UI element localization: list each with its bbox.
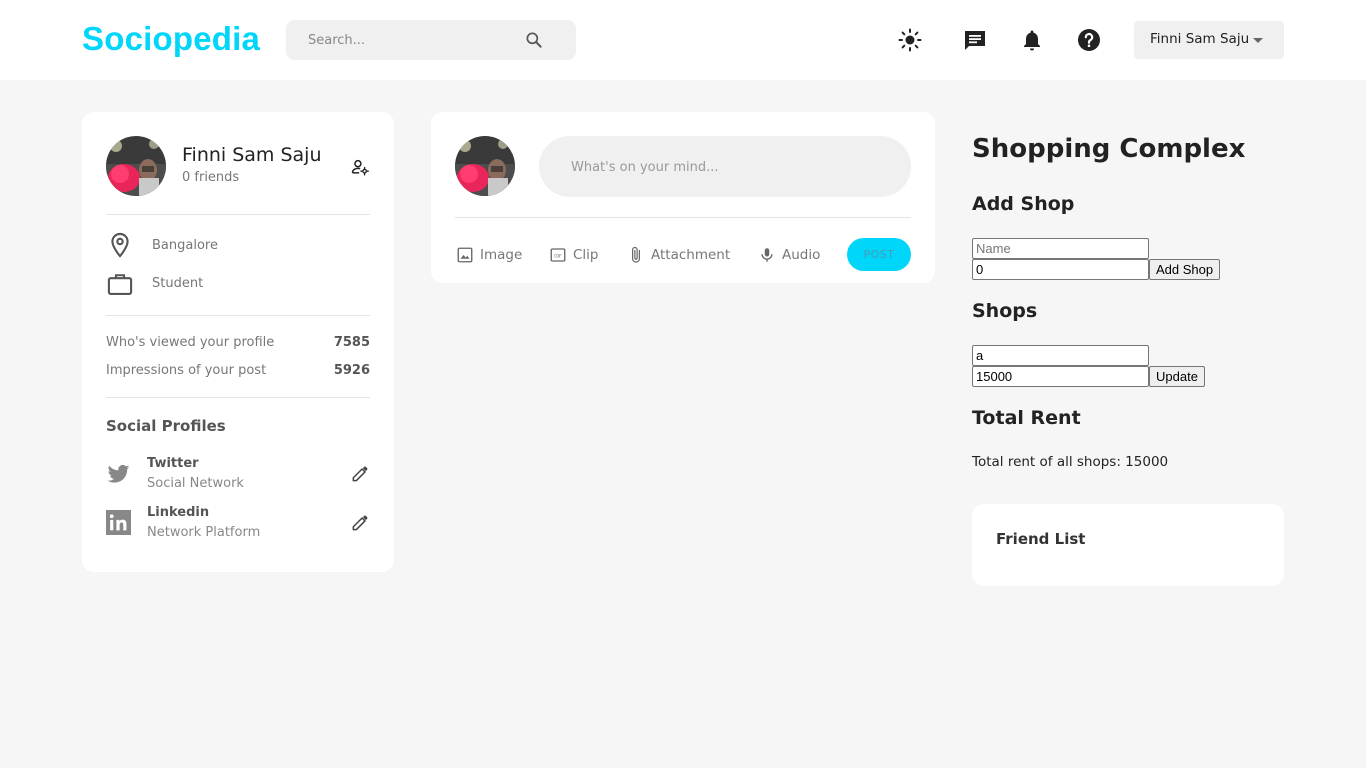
notification-icon[interactable]: [1020, 28, 1044, 52]
mic-icon: [761, 248, 773, 262]
user-select-value: Finni Sam Saju: [1150, 31, 1250, 47]
linkedin-icon: [106, 510, 131, 535]
profile-name[interactable]: Finni Sam Saju: [182, 144, 322, 166]
navbar: Sociopedia Finni Sam Saju: [0, 0, 1366, 80]
work-icon: [107, 274, 133, 295]
profile-card: Finni Sam Saju 0 friends Bangalore Stude…: [82, 112, 394, 572]
avatar[interactable]: [106, 136, 166, 196]
shops-heading: Shops: [972, 300, 1038, 322]
profile-friends-count: 0 friends: [182, 170, 240, 185]
stat-value-profile-views: 7585: [333, 335, 370, 350]
social-subtitle-twitter: Social Network: [147, 476, 244, 491]
create-post-card: Image GIF Clip Attachment Audio POST: [431, 112, 935, 283]
divider: [455, 217, 911, 218]
total-rent-text: Total rent of all shops: 15000: [972, 454, 1169, 470]
shopping-complex-title: Shopping Complex: [972, 134, 1246, 164]
attachment-icon: [632, 246, 640, 263]
divider: [106, 397, 370, 398]
attachment-action[interactable]: Attachment: [627, 244, 730, 266]
chevron-down-icon: [1253, 38, 1263, 43]
edit-icon[interactable]: [350, 464, 370, 484]
stat-label-profile-views: Who's viewed your profile: [106, 335, 275, 350]
search-input[interactable]: [308, 30, 508, 50]
stat-value-impressions: 5926: [333, 363, 370, 378]
shop-item-name-input[interactable]: [972, 345, 1149, 366]
search-icon[interactable]: [524, 30, 544, 50]
shop-item-rent-input[interactable]: [972, 366, 1149, 387]
twitter-icon: [107, 464, 130, 483]
gif-icon: GIF: [550, 248, 566, 262]
total-rent-heading: Total Rent: [972, 407, 1081, 429]
profile-location: Bangalore: [152, 238, 218, 253]
profile-occupation: Student: [152, 276, 204, 291]
user-select-dropdown[interactable]: Finni Sam Saju: [1134, 21, 1284, 59]
image-action[interactable]: Image: [456, 244, 522, 266]
logo[interactable]: Sociopedia: [82, 20, 260, 58]
social-subtitle-linkedin: Network Platform: [147, 525, 261, 540]
help-icon[interactable]: [1077, 28, 1101, 52]
location-icon: [111, 232, 129, 258]
divider: [106, 315, 370, 316]
message-icon[interactable]: [963, 28, 987, 52]
svg-text:GIF: GIF: [554, 253, 562, 259]
friend-list-title: Friend List: [996, 530, 1086, 548]
image-action-label: Image: [480, 247, 523, 263]
clip-action-label: Clip: [573, 247, 599, 263]
light-mode-icon[interactable]: [898, 28, 922, 52]
friend-list-card: Friend List: [972, 504, 1284, 586]
manage-account-icon[interactable]: [350, 157, 370, 177]
post-button[interactable]: POST: [847, 238, 911, 271]
social-name-twitter: Twitter: [147, 456, 199, 471]
social-profiles-title: Social Profiles: [106, 417, 226, 435]
audio-action-label: Audio: [782, 247, 821, 263]
stat-label-impressions: Impressions of your post: [106, 363, 267, 378]
clip-action[interactable]: GIF Clip: [549, 244, 599, 266]
shop-rent-input[interactable]: [972, 259, 1149, 280]
post-input-container[interactable]: [539, 136, 911, 197]
audio-action[interactable]: Audio: [758, 244, 820, 266]
update-shop-button[interactable]: Update: [1149, 366, 1205, 387]
social-name-linkedin: Linkedin: [147, 505, 210, 520]
add-shop-heading: Add Shop: [972, 193, 1075, 215]
image-icon: [457, 247, 473, 263]
post-input[interactable]: [571, 156, 891, 178]
edit-icon[interactable]: [350, 513, 370, 533]
search-bar[interactable]: [286, 20, 576, 60]
attachment-action-label: Attachment: [651, 247, 731, 263]
shop-name-input[interactable]: [972, 238, 1149, 259]
add-shop-button[interactable]: Add Shop: [1149, 259, 1221, 280]
avatar[interactable]: [455, 136, 515, 196]
divider: [106, 214, 370, 215]
